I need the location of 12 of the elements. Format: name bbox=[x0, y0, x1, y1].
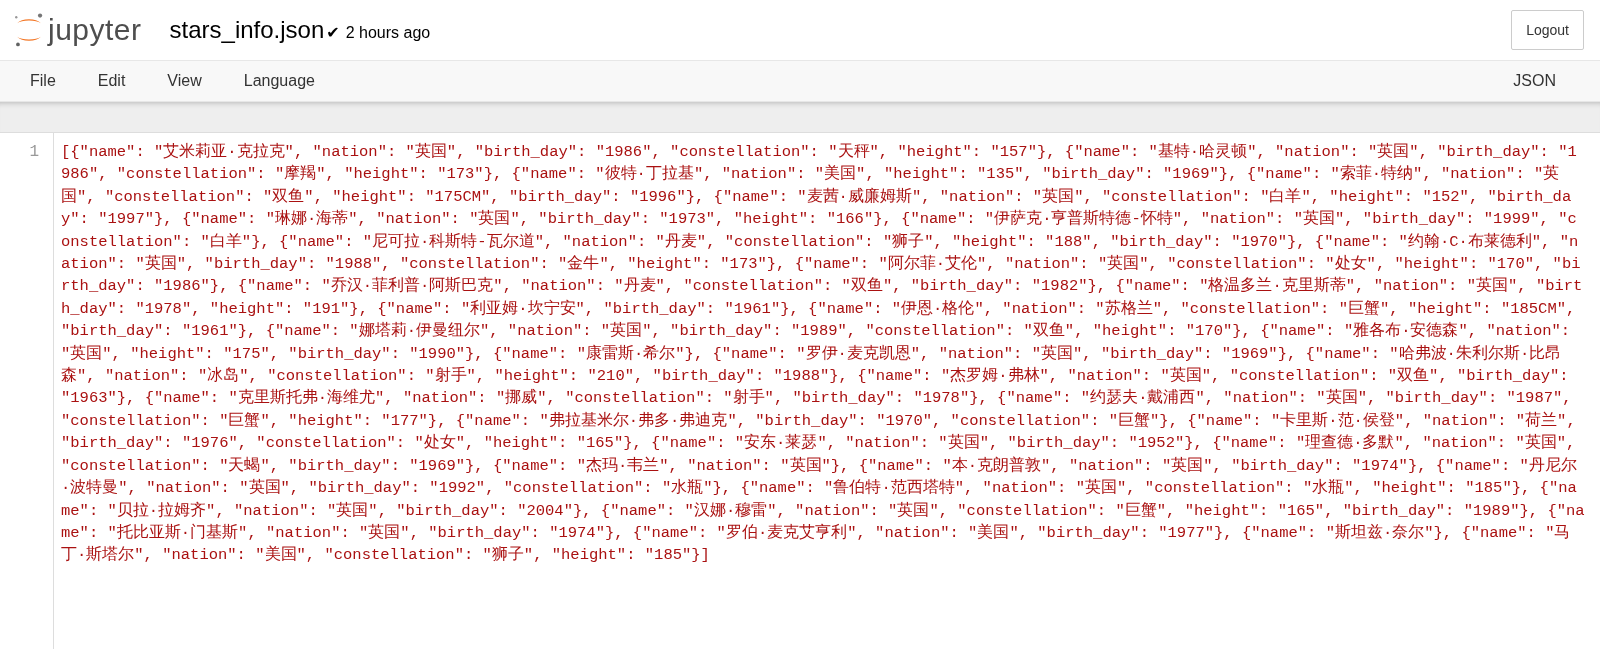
menu-item[interactable]: Edit bbox=[83, 72, 140, 90]
code-text: [{"name": "艾米莉亚·克拉克", "nation": "英国", "birth_day": "1986", "constellation": "天秤", "height": "157"}, {"name": "基特·哈灵顿", "nation": "英国", "birth_day": "1986", "constellation": "摩羯", "height": "173"}, {"name": "彼特·丁拉基", "nation": "美国", "height": "135", "birth_day": "1969"}, {"name": "索菲·特纳", "nation": "英国", "constellation": "双鱼", "height": "175CM", "birth_day": "1996"}, {"name": "麦茜·威廉姆斯", "nation": "英国", "constellation": "白羊", "height": "152", "birth_day": "1997"}, {"name": "琳娜·海蒂", "nation": "英国", "birth_day": "1973", "height": "166"}, {"name": "伊萨克·亨普斯特德-怀特", "nation": "英国", "birth_day": "1999", "constellation": "白羊"}, {"name": "尼可拉·科斯特-瓦尔道", "nation": "丹麦", "constellation": "狮子", "height": "188", "birth_day": "1970"}, {"name": "约翰·C·布莱德利", "nation": "英国", "birth_day": "1988", "constellation": "金牛", "height": "173"}, {"name": "阿尔菲·艾伦", "nation": "英国", "constellation": "处女", "height": "170", "birth_day": "1986"}, {"name": "乔汉·菲利普·阿斯巴克", "nation": "丹麦", "constellation": "双鱼", "birth_day": "1982"}, {"name": "格温多兰·克里斯蒂", "nation": "英国", "birth_day": "1978", "height": "191"}, {"name": "利亚姆·坎宁安", "birth_day": "1961"}, {"name": "伊恩·格伦", "nation": "苏格兰", "constellation": "巨蟹", "height": "185CM", "birth_day": "1961"}, {"name": "娜塔莉·伊曼纽尔", "nation": "英国", "birth_day": "1989", "constellation": "双鱼", "height": "170"}, {"name": "雅各布·安德森", "nation": "英国", "height": "175", "birth_day": "1990"}, {"name": "康雷斯·希尔"}, {"name": "罗伊·麦克凯恩", "nation": "英国", "birth_day": "1969"}, {"name": "哈弗波·朱利尔斯·比昂森", "nation": "冰岛", "constellation": "射手", "height": "210", "birth_day": "1988"}, {"name": "杰罗姆·弗林", "nation": "英国", "constellation": "双鱼", "birth_day": "1963"}, {"name": "克里斯托弗·海维尤", "nation": "挪威", "constellation": "射手", "birth_day": "1978"}, {"name": "约瑟夫·戴浦西", "nation": "英国", "birth_day": "1987", "constellation": "巨蟹", "height": "177"}, {"name": "弗拉基米尔·弗多·弗迪克", "birth_day": "1970", "constellation": "巨蟹"}, {"name": "卡里斯·范·侯登", "nation": "荷兰", "birth_day": "1976", "constellation": "处女", "height": "165"}, {"name": "安东·莱瑟", "nation": "英国", "birth_day": "1952"}, {"name": "理查德·多默", "nation": "英国", "constellation": "天蝎", "birth_day": "1969"}, {"name": "杰玛·韦兰", "nation": "英国"}, {"name": "本·克朗普敦", "nation": "英国", "birth_day": "1974"}, {"name": "丹尼尔·波特曼", "nation": "英国", "birth_day": "1992", "constellation": "水瓶"}, {"name": "鲁伯特·范西塔特", "nation": "英国", "constellation": "水瓶", "height": "185"}, {"name": "贝拉·拉姆齐", "nation": "英国", "birth_day": "2004"}, {"name": "汉娜·穆雷", "nation": "英国", "constellation": "巨蟹", "height": "165", "birth_day": "1989"}, {"name": "托比亚斯·门基斯", "nation": "英国", "birth_day": "1974"}, {"name": "罗伯·麦克艾亨利", "nation": "美国", "birth_day": "1977"}, {"name": "斯坦兹·奈尔"}, {"name": "马丁·斯塔尔", "nation": "美国", "constellation": "狮子", "height": "185"}] bbox=[60, 142, 1586, 567]
saved-check-icon: ✔ bbox=[326, 23, 340, 42]
menu-item[interactable]: View bbox=[153, 72, 216, 90]
logo-text: jupyter bbox=[48, 13, 142, 47]
line-number: 1 bbox=[29, 143, 39, 161]
notebook-title[interactable]: stars_info.json bbox=[169, 16, 325, 44]
last-saved-time: 2 hours ago bbox=[345, 24, 431, 42]
menu-item[interactable]: File bbox=[16, 72, 70, 90]
logout-button[interactable]: Logout bbox=[1511, 10, 1584, 50]
menu-item[interactable]: Language bbox=[229, 72, 329, 90]
file-mode-label: JSON bbox=[1513, 72, 1556, 90]
